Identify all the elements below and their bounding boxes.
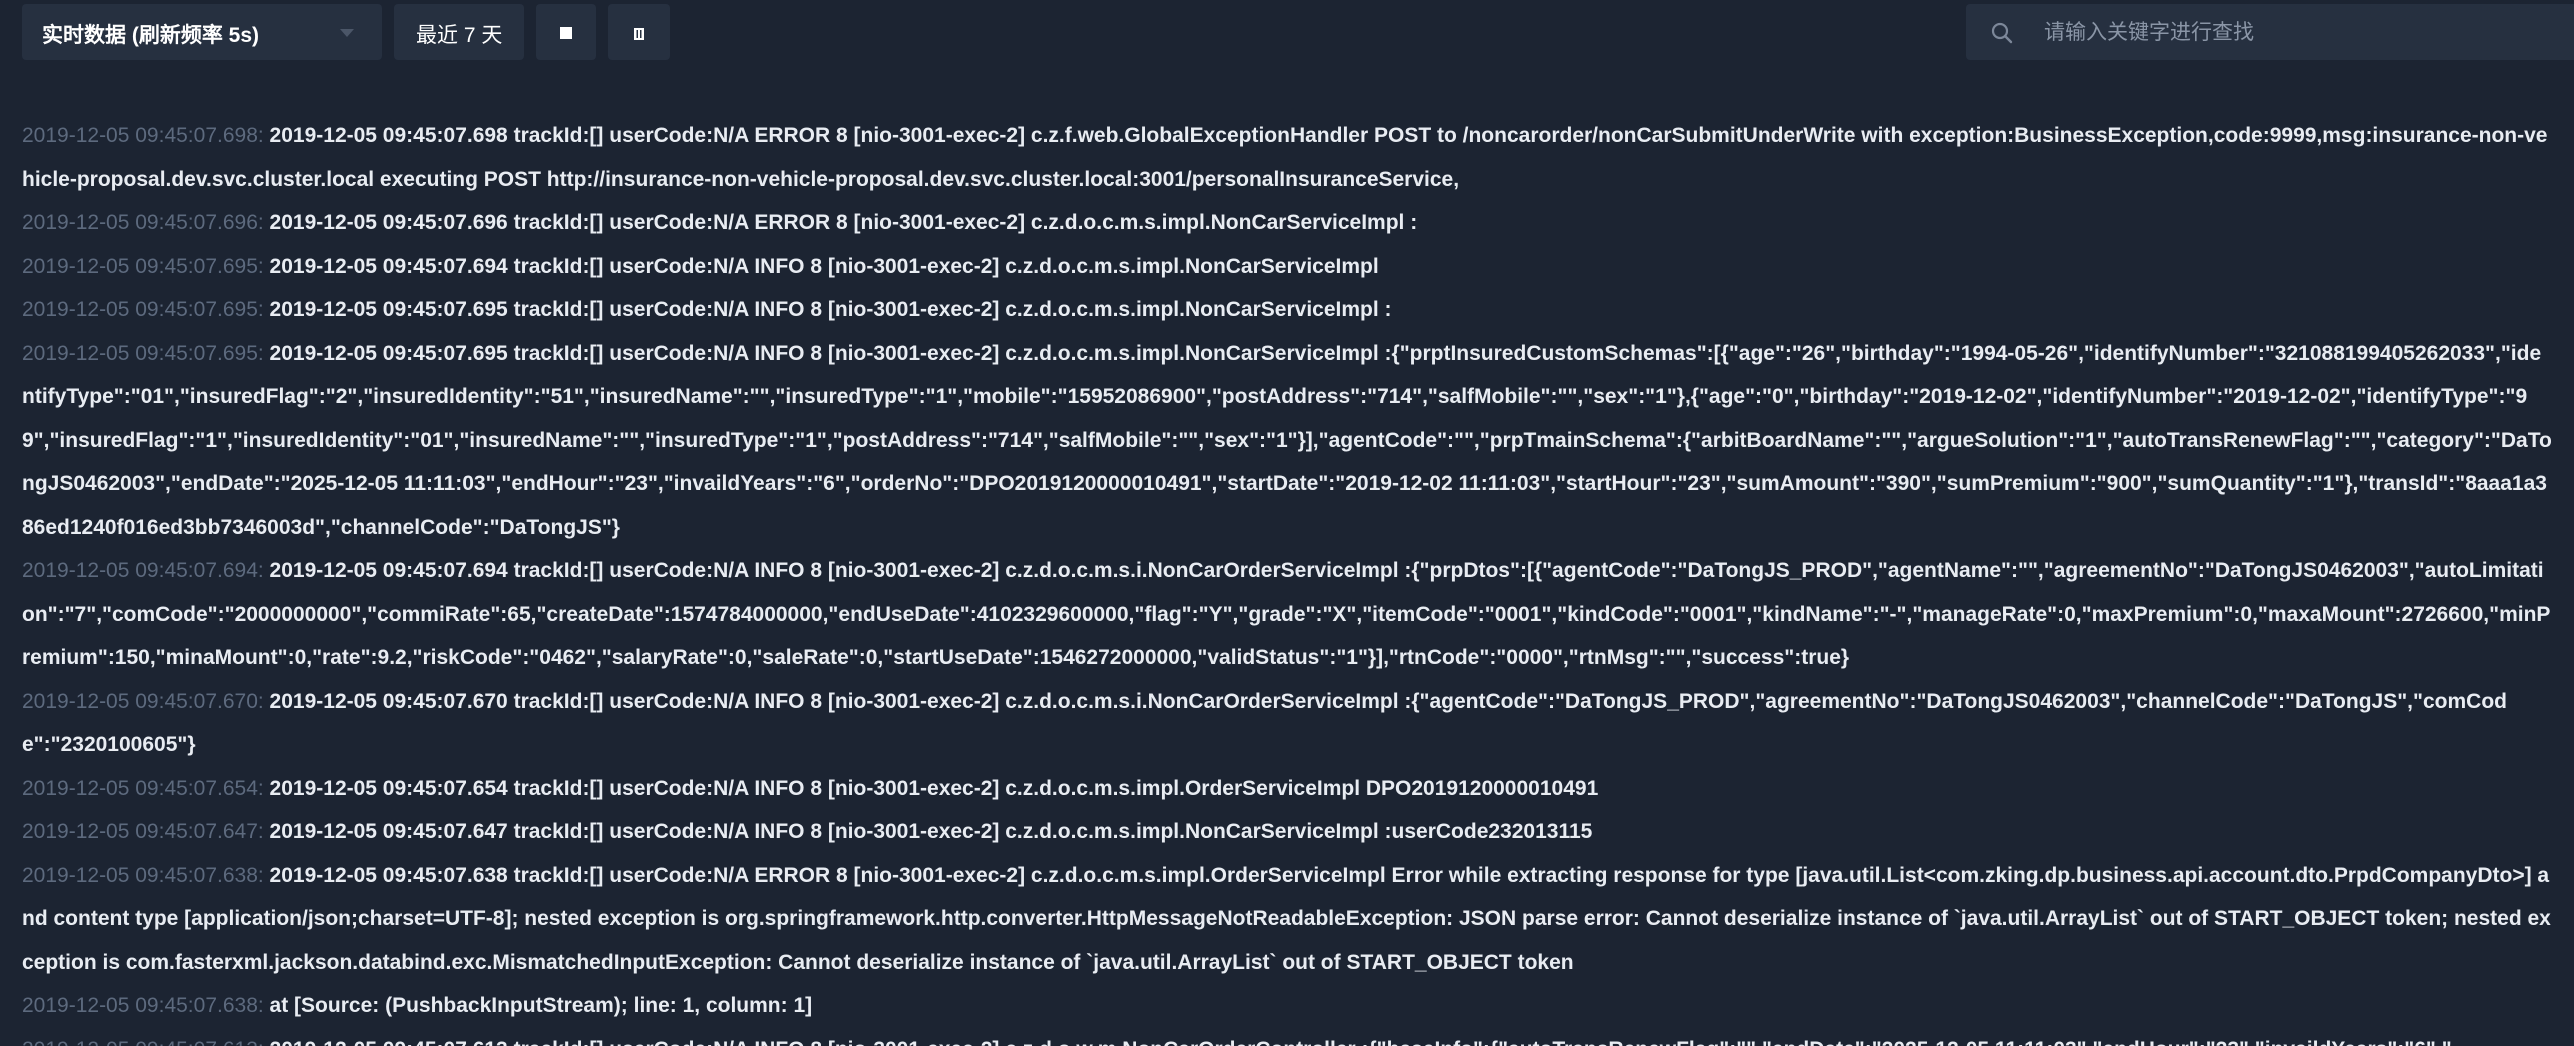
log-message: 2019-12-05 09:45:07.654 trackId:[] userC… — [263, 776, 1599, 800]
log-message: at [Source: (PushbackInputStream); line:… — [263, 994, 813, 1017]
search-input[interactable] — [2042, 14, 2546, 52]
stop-icon — [560, 27, 572, 39]
log-entry: 2019-12-05 09:45:07.694: 2019-12-05 09:4… — [22, 549, 2552, 680]
log-timestamp: 2019-12-05 09:45:07.638: — [22, 863, 264, 887]
log-entry: 2019-12-05 09:45:07.670: 2019-12-05 09:4… — [22, 680, 2552, 767]
log-entry: 2019-12-05 09:45:07.695: 2019-12-05 09:4… — [22, 332, 2552, 550]
log-timestamp: 2019-12-05 09:45:07.698: — [22, 124, 264, 147]
log-entry: 2019-12-05 09:45:07.647: 2019-12-05 09:4… — [22, 810, 2552, 854]
log-message: 2019-12-05 09:45:07.696 trackId:[] userC… — [263, 211, 1418, 234]
search-box[interactable] — [1966, 4, 2574, 60]
log-message: 2019-12-05 09:45:07.638 trackId:[] userC… — [22, 863, 2551, 974]
search-icon — [1991, 22, 2013, 44]
log-timestamp: 2019-12-05 09:45:07.695: — [22, 254, 264, 278]
log-entry: 2019-12-05 09:45:07.698: 2019-12-05 09:4… — [22, 114, 2552, 201]
log-entry: 2019-12-05 09:45:07.638: at [Source: (Pu… — [22, 984, 2552, 1028]
log-entry: 2019-12-05 09:45:07.613: 2019-12-05 09:4… — [22, 1028, 2552, 1046]
log-message: 2019-12-05 09:45:07.694 trackId:[] userC… — [263, 254, 1379, 278]
log-message: 2019-12-05 09:45:07.698 trackId:[] userC… — [22, 124, 2548, 191]
log-timestamp: 2019-12-05 09:45:07.695: — [22, 298, 264, 321]
chevron-down-icon — [340, 29, 354, 37]
clear-button[interactable] — [608, 4, 670, 60]
log-message: 2019-12-05 09:45:07.647 trackId:[] userC… — [263, 820, 1593, 843]
toolbar: 实时数据 (刷新频率 5s) 最近 7 天 — [0, 0, 2574, 72]
log-message: 2019-12-05 09:45:07.694 trackId:[] userC… — [22, 559, 2551, 669]
stop-button[interactable] — [536, 4, 596, 60]
log-timestamp: 2019-12-05 09:45:07.670: — [22, 689, 264, 713]
trash-icon — [634, 28, 644, 40]
log-message: 2019-12-05 09:45:07.670 trackId:[] userC… — [22, 689, 2507, 757]
log-timestamp: 2019-12-05 09:45:07.695: — [22, 341, 264, 365]
time-range-label: 最近 7 天 — [416, 24, 503, 47]
log-timestamp: 2019-12-05 09:45:07.654: — [22, 776, 264, 800]
log-timestamp: 2019-12-05 09:45:07.613: — [22, 1038, 264, 1046]
log-entry: 2019-12-05 09:45:07.695: 2019-12-05 09:4… — [22, 288, 2552, 332]
time-range-button[interactable]: 最近 7 天 — [394, 4, 524, 60]
log-entry: 2019-12-05 09:45:07.638: 2019-12-05 09:4… — [22, 854, 2552, 985]
log-timestamp: 2019-12-05 09:45:07.638: — [22, 994, 264, 1017]
log-timestamp: 2019-12-05 09:45:07.694: — [22, 559, 264, 582]
log-entry: 2019-12-05 09:45:07.696: 2019-12-05 09:4… — [22, 201, 2552, 245]
log-timestamp: 2019-12-05 09:45:07.696: — [22, 211, 264, 234]
log-message: 2019-12-05 09:45:07.695 trackId:[] userC… — [263, 298, 1392, 321]
log-panel[interactable]: 2019-12-05 09:45:07.698: 2019-12-05 09:4… — [0, 114, 2574, 1046]
refresh-mode-label: 实时数据 (刷新频率 5s) — [42, 24, 260, 47]
log-entry: 2019-12-05 09:45:07.695: 2019-12-05 09:4… — [22, 245, 2552, 289]
log-message: 2019-12-05 09:45:07.613 trackId:[] userC… — [264, 1038, 2452, 1046]
log-timestamp: 2019-12-05 09:45:07.647: — [22, 820, 264, 843]
refresh-mode-select[interactable]: 实时数据 (刷新频率 5s) — [22, 4, 382, 60]
log-entry: 2019-12-05 09:45:07.654: 2019-12-05 09:4… — [22, 767, 2552, 811]
log-message: 2019-12-05 09:45:07.695 trackId:[] userC… — [22, 341, 2552, 539]
